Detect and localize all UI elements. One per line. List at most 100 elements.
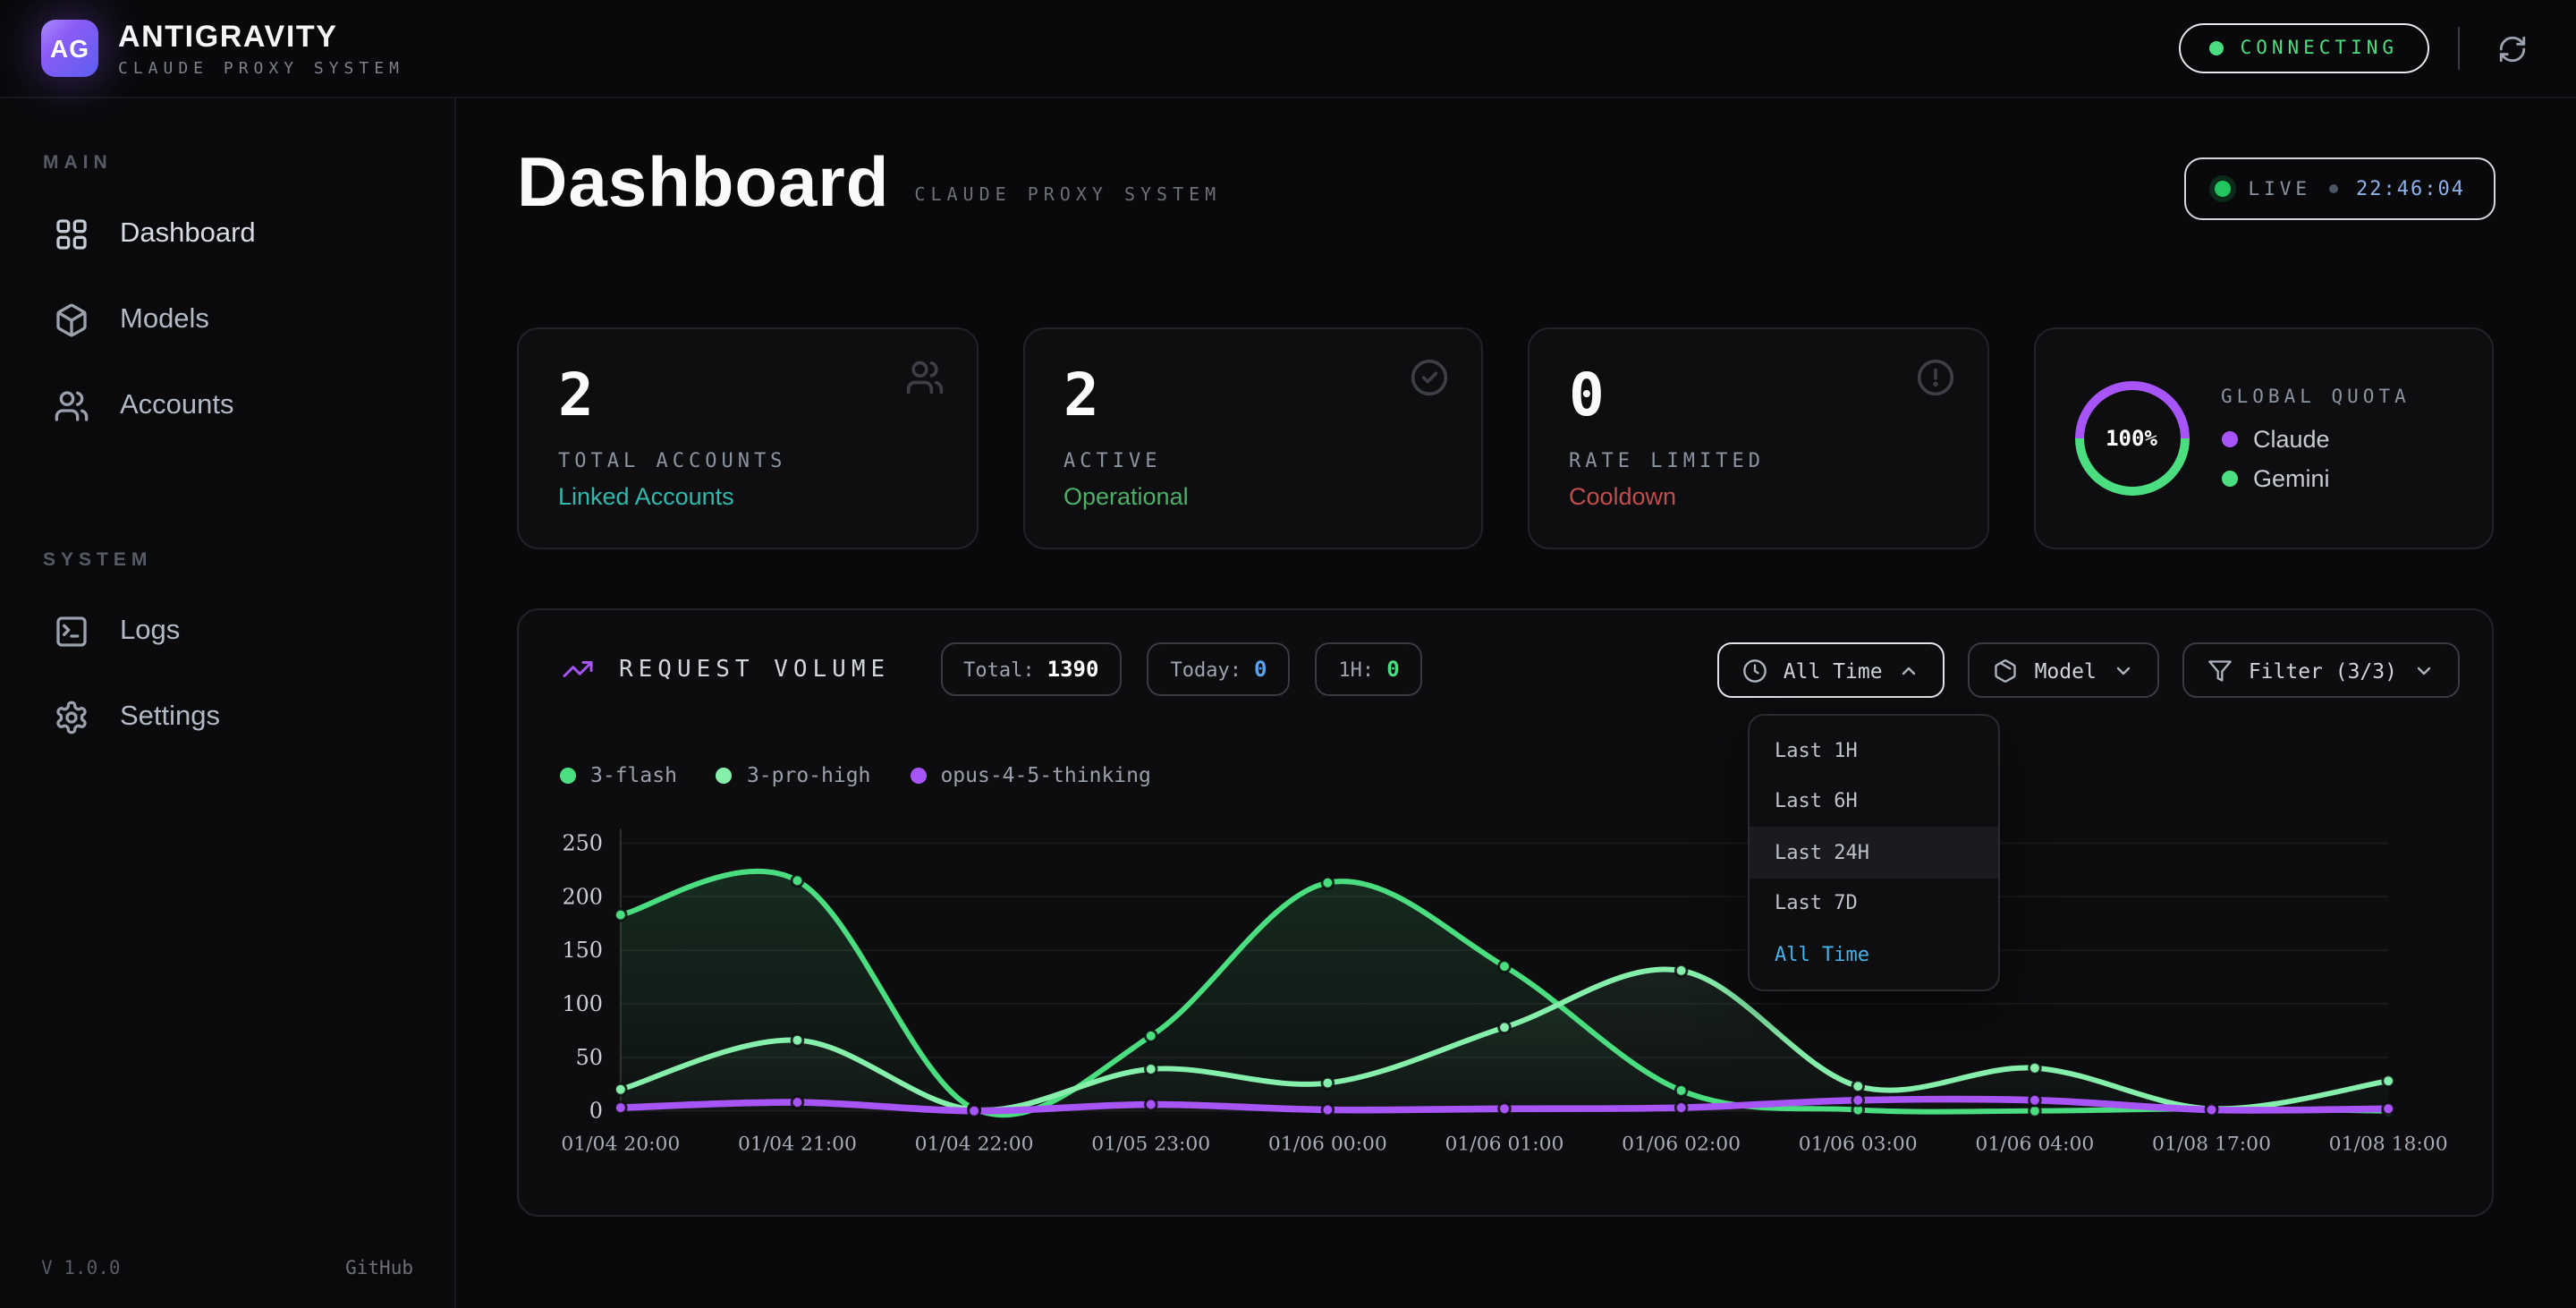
dropdown-item-last-6h[interactable]: Last 6H (1750, 776, 1998, 827)
dropdown-item-last-24h[interactable]: Last 24H (1750, 827, 1998, 878)
model-dropdown-button[interactable]: Model (1969, 642, 2159, 698)
pill-value: 1390 (1047, 657, 1099, 682)
legend-item-opus[interactable]: opus-4-5-thinking (910, 762, 1150, 787)
svg-text:01/04 21:00: 01/04 21:00 (738, 1133, 857, 1155)
chevron-down-icon (2413, 659, 2435, 681)
card-global-quota: 100% GLOBAL QUOTA Claude Gemini (2033, 327, 2494, 549)
svg-text:01/06 01:00: 01/06 01:00 (1445, 1133, 1564, 1155)
svg-text:01/08 18:00: 01/08 18:00 (2329, 1133, 2448, 1155)
stat-value: 0 (1569, 365, 1947, 427)
stat-sublabel: Cooldown (1569, 482, 1947, 509)
sidebar-item-models[interactable]: Models (0, 277, 454, 363)
funnel-icon (2207, 658, 2233, 683)
svg-text:01/06 00:00: 01/06 00:00 (1268, 1133, 1387, 1155)
separator-dot-icon (2329, 184, 2338, 193)
header-divider (2457, 27, 2460, 70)
legend-name: 3-pro-high (747, 762, 871, 787)
grid-icon (54, 217, 89, 252)
filter-label: Filter (3/3) (2249, 658, 2397, 683)
svg-text:100: 100 (562, 991, 603, 1016)
series-dot-icon (910, 767, 926, 783)
time-range-dropdown-menu: Last 1H Last 6H Last 24H Last 7D All Tim… (1748, 714, 2000, 990)
today-requests-pill: Today: 0 (1147, 642, 1290, 696)
svg-text:01/06 02:00: 01/06 02:00 (1622, 1133, 1741, 1155)
request-volume-panel: 05010015020025001/04 20:0001/04 21:0001/… (517, 608, 2494, 1217)
quota-label: GLOBAL QUOTA (2221, 386, 2411, 407)
filter-dropdown-button[interactable]: Filter (3/3) (2182, 642, 2460, 698)
live-label: LIVE (2248, 178, 2311, 200)
live-status-badge: LIVE 22:46:04 (2183, 157, 2496, 220)
connection-status-label: CONNECTING (2241, 38, 2398, 59)
sidebar-item-dashboard[interactable]: Dashboard (0, 191, 454, 277)
chevron-down-icon (2113, 659, 2134, 681)
clock-icon (1742, 658, 1767, 683)
dropdown-item-last-1h[interactable]: Last 1H (1750, 725, 1998, 776)
svg-text:01/06 03:00: 01/06 03:00 (1799, 1133, 1918, 1155)
svg-text:01/04 20:00: 01/04 20:00 (561, 1133, 680, 1155)
quota-legend-gemini: Gemini (2221, 464, 2411, 491)
sidebar-item-label: Accounts (120, 390, 234, 422)
sidebar-item-settings[interactable]: Settings (0, 675, 454, 760)
request-volume-chart: 05010015020025001/04 20:0001/04 21:0001/… (519, 610, 2492, 1215)
series-dot-icon (560, 767, 576, 783)
terminal-icon (54, 614, 89, 650)
series-dot-icon (716, 767, 733, 783)
chart-legend: 3-flash 3-pro-high opus-4-5-thinking (560, 762, 1151, 787)
top-header: AG ANTIGRAVITY CLAUDE PROXY SYSTEM CONNE… (0, 0, 2576, 98)
stat-sublabel: Operational (1063, 482, 1442, 509)
pill-value: 0 (1386, 657, 1399, 682)
stat-cards-row: 2 TOTAL ACCOUNTS Linked Accounts 2 ACTIV… (517, 327, 2494, 549)
legend-name: opus-4-5-thinking (940, 762, 1150, 787)
quota-legend-name: Claude (2253, 425, 2330, 452)
app-version: V 1.0.0 (41, 1258, 121, 1279)
svg-text:50: 50 (576, 1045, 603, 1070)
pill-label: Today: (1170, 658, 1241, 681)
refresh-button[interactable] (2488, 25, 2535, 72)
stat-label: ACTIVE (1063, 448, 1442, 471)
sidebar-item-label: Dashboard (120, 218, 256, 251)
total-requests-pill: Total: 1390 (940, 642, 1122, 696)
sidebar-item-label: Settings (120, 701, 220, 734)
quota-percent: 100% (2106, 426, 2157, 451)
svg-text:01/05 23:00: 01/05 23:00 (1091, 1133, 1210, 1155)
model-filter-label: Model (2035, 658, 2097, 683)
connection-status-badge: CONNECTING (2180, 23, 2428, 73)
svg-text:01/04 22:00: 01/04 22:00 (915, 1133, 1034, 1155)
stat-value: 2 (558, 365, 936, 427)
sidebar-item-label: Models (120, 304, 209, 336)
sidebar-item-logs[interactable]: Logs (0, 589, 454, 675)
legend-item-3-flash[interactable]: 3-flash (560, 762, 677, 787)
dropdown-item-all-time[interactable]: All Time (1750, 929, 1998, 980)
brand: AG ANTIGRAVITY CLAUDE PROXY SYSTEM (41, 19, 404, 78)
card-active: 2 ACTIVE Operational (1022, 327, 1483, 549)
svg-text:01/08 17:00: 01/08 17:00 (2152, 1133, 2271, 1155)
panel-title: REQUEST VOLUME (619, 656, 890, 683)
pill-label: Total: (963, 658, 1035, 681)
sidebar-section-system: SYSTEM (43, 549, 454, 571)
alert-circle-icon (1915, 358, 1954, 397)
refresh-icon (2496, 33, 2527, 64)
github-link[interactable]: GitHub (345, 1258, 413, 1279)
app-subtitle: CLAUDE PROXY SYSTEM (118, 60, 404, 78)
card-rate-limited: 0 RATE LIMITED Cooldown (1528, 327, 1988, 549)
live-dot-icon (2214, 181, 2230, 197)
app-logo: AG (41, 20, 98, 77)
svg-text:150: 150 (562, 938, 603, 963)
sidebar-item-label: Logs (120, 616, 180, 648)
svg-text:200: 200 (562, 884, 603, 909)
quota-donut-chart: 100% (2074, 381, 2189, 496)
chevron-up-icon (1899, 659, 1920, 681)
dropdown-item-last-7d[interactable]: Last 7D (1750, 878, 1998, 929)
claude-dot-icon (2221, 430, 2237, 446)
app-name: ANTIGRAVITY (118, 19, 404, 55)
quota-legend-claude: Claude (2221, 425, 2411, 452)
legend-name: 3-flash (590, 762, 677, 787)
status-dot-icon (2210, 41, 2224, 55)
stat-label: RATE LIMITED (1569, 448, 1947, 471)
legend-item-3-pro-high[interactable]: 3-pro-high (716, 762, 871, 787)
sidebar-item-accounts[interactable]: Accounts (0, 363, 454, 449)
stat-sublabel: Linked Accounts (558, 482, 936, 509)
pill-label: 1H: (1338, 658, 1374, 681)
cube-icon (54, 302, 89, 338)
time-range-dropdown-button[interactable]: All Time (1717, 642, 1945, 698)
